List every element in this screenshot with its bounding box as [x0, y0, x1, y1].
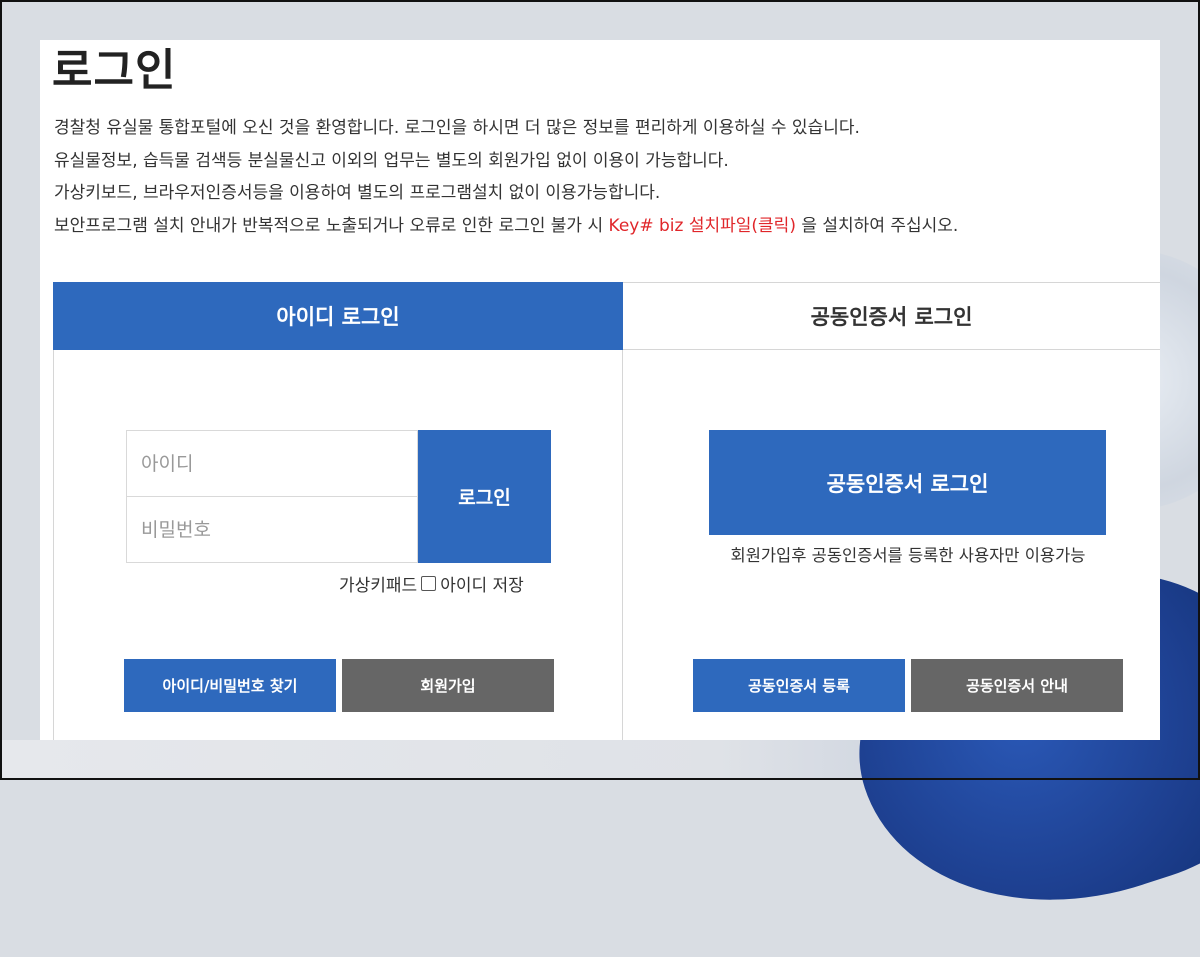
- id-field-wrapper: [126, 430, 418, 497]
- cert-guide-button[interactable]: 공동인증서 안내: [911, 659, 1123, 712]
- login-content: 로그인 가상키패드 아이디 저장 아이디/비밀번호 찾기 회원가입 공동인증서 …: [53, 350, 1160, 740]
- intro-text: 경찰청 유실물 통합포털에 오신 것을 환영합니다. 로그인을 하시면 더 많은…: [54, 112, 1144, 242]
- intro-line-1: 경찰청 유실물 통합포털에 오신 것을 환영합니다. 로그인을 하시면 더 많은…: [54, 118, 860, 138]
- cert-login-section: 공동인증서 로그인 회원가입후 공동인증서를 등록한 사용자만 이용가능 공동인…: [623, 350, 1160, 740]
- notice-text-before: 보안프로그램 설치 안내가 반복적으로 노출되거나 오류로 인한 로그인 불가 …: [54, 215, 609, 236]
- login-options: 가상키패드 아이디 저장: [339, 571, 524, 596]
- id-input[interactable]: [127, 431, 417, 497]
- intro-line-4: 보안프로그램 설치 안내가 반복적으로 노출되거나 오류로 인한 로그인 불가 …: [54, 210, 1144, 243]
- password-input[interactable]: [127, 497, 417, 562]
- tab-cert-login[interactable]: 공동인증서 로그인: [623, 282, 1160, 350]
- id-login-section: 로그인 가상키패드 아이디 저장 아이디/비밀번호 찾기 회원가입: [53, 350, 623, 740]
- cert-register-button[interactable]: 공동인증서 등록: [693, 659, 905, 712]
- save-id-checkbox[interactable]: [421, 576, 437, 591]
- intro-line-3: 가상키보드, 브라우저인증서등을 이용하여 별도의 프로그램설치 없이 이용가능…: [54, 183, 661, 203]
- keybiz-install-link[interactable]: Key# biz 설치파일(클릭): [609, 216, 796, 236]
- tab-id-login[interactable]: 아이디 로그인: [53, 282, 623, 350]
- cert-login-button[interactable]: 공동인증서 로그인: [709, 430, 1106, 535]
- login-tabs: 아이디 로그인 공동인증서 로그인: [53, 282, 1160, 350]
- notice-text-after: 을 설치하여 주십시오.: [795, 215, 959, 236]
- login-button[interactable]: 로그인: [418, 430, 551, 563]
- save-id-label[interactable]: 아이디 저장: [440, 571, 524, 596]
- signup-button[interactable]: 회원가입: [342, 659, 554, 712]
- virtual-keypad-link[interactable]: 가상키패드: [339, 571, 417, 596]
- find-id-password-button[interactable]: 아이디/비밀번호 찾기: [124, 659, 336, 712]
- page-title: 로그인: [52, 45, 177, 96]
- login-panel: 로그인 경찰청 유실물 통합포털에 오신 것을 환영합니다. 로그인을 하시면 …: [40, 40, 1160, 740]
- cert-login-note: 회원가입후 공동인증서를 등록한 사용자만 이용가능: [730, 546, 1086, 565]
- password-field-wrapper: [126, 496, 418, 563]
- intro-line-2: 유실물정보, 습득물 검색등 분실물신고 이외의 업무는 별도의 회원가입 없이…: [54, 150, 729, 171]
- id-login-form: 로그인: [126, 430, 551, 563]
